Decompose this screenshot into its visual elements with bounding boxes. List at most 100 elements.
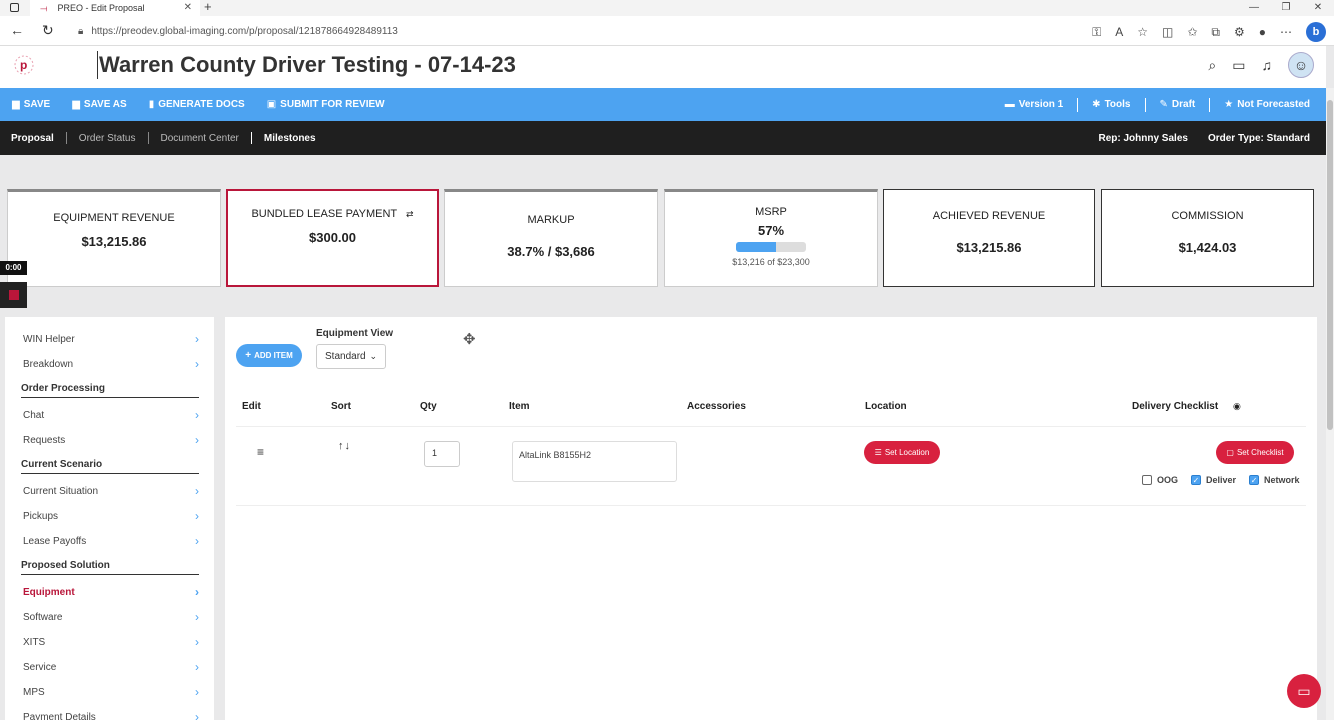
tab-document-center[interactable]: Document Center <box>161 133 239 144</box>
equipment-view-select[interactable]: Standard ⌄ <box>316 344 386 369</box>
avatar[interactable]: ☺ <box>1288 52 1314 78</box>
column-header-accessories: Accessories <box>687 401 746 412</box>
card-value: 57% <box>757 223 785 238</box>
draft-button[interactable]: ✎ Draft <box>1160 99 1196 110</box>
sidebar-item-requests[interactable]: Requests › <box>23 430 199 450</box>
column-header-qty: Qty <box>420 401 437 412</box>
network-checkbox[interactable]: ✓ <box>1249 475 1260 485</box>
inbox-icon[interactable]: ▭ <box>1232 57 1245 74</box>
markup-card: MARKUP 38.7% / $3,686 <box>444 189 658 287</box>
item-field[interactable]: AltaLink B8155H2 <box>512 441 677 482</box>
browser-tab[interactable]: ⟞ PREO - Edit Proposal ✕ <box>30 0 200 16</box>
card-value: $13,215.86 <box>956 240 1022 255</box>
save-as-button[interactable]: ▆ SAVE AS <box>72 99 127 110</box>
quantity-input[interactable]: 1 <box>424 441 460 467</box>
card-label: MSRP <box>755 206 787 218</box>
sidebar-item-payment-details[interactable]: Payment Details › <box>23 707 199 720</box>
list-icon: ☰ <box>874 448 882 457</box>
tab-order-status[interactable]: Order Status <box>79 133 136 144</box>
row-divider <box>236 505 1306 506</box>
sidebar-item-lease-payoffs[interactable]: Lease Payoffs › <box>23 531 199 551</box>
sort-arrows-icon[interactable]: ↑↓ <box>338 440 351 452</box>
bell-icon[interactable]: ♫ <box>1262 57 1273 73</box>
save-button[interactable]: ▆ SAVE <box>12 99 50 110</box>
column-header-edit: Edit <box>242 401 261 412</box>
favorites-icon[interactable]: ✩ <box>1187 25 1197 39</box>
split-screen-icon[interactable]: ◫ <box>1162 25 1173 39</box>
restore-icon[interactable]: ❐ <box>1270 0 1302 16</box>
recording-timer: 0:00 <box>0 261 27 275</box>
card-label: ACHIEVED REVENUE <box>932 210 1046 222</box>
msrp-card: MSRP 57% $13,216 of $23,300 <box>664 189 878 287</box>
check-circle-icon[interactable]: ◉ <box>1233 401 1241 411</box>
chevron-right-icon: › <box>195 635 199 649</box>
text-cursor <box>97 51 98 79</box>
equipment-view-label: Equipment View <box>316 328 394 339</box>
swap-icon[interactable]: ⇄ <box>406 209 414 219</box>
tab-milestones[interactable]: Milestones <box>264 133 316 144</box>
version-button[interactable]: ▬ Version 1 <box>1005 99 1063 110</box>
chevron-right-icon: › <box>195 332 199 346</box>
collections-icon[interactable]: ⧉ <box>1211 25 1220 40</box>
divider <box>1144 97 1146 112</box>
equipment-revenue-card: EQUIPMENT REVENUE $13,215.86 <box>7 189 221 287</box>
sidebar-item-equipment[interactable]: Equipment › <box>23 582 199 602</box>
key-icon[interactable]: ⚿ <box>1092 25 1101 40</box>
generate-docs-button[interactable]: ▮ GENERATE DOCS <box>149 99 245 110</box>
read-aloud-icon[interactable]: A <box>1115 25 1123 39</box>
new-tab-icon[interactable]: + <box>204 0 212 14</box>
sidebar-item-current-situation[interactable]: Current Situation › <box>23 481 199 501</box>
sidebar-item-xits[interactable]: XITS › <box>23 632 199 652</box>
tools-button[interactable]: ✱ Tools <box>1092 99 1130 110</box>
extensions-icon[interactable]: ⚙ <box>1234 25 1245 39</box>
back-icon[interactable]: ← <box>10 22 24 38</box>
forecast-button[interactable]: ★ Not Forecasted <box>1224 99 1310 110</box>
stop-recording-button[interactable] <box>0 282 27 308</box>
oog-checkbox[interactable] <box>1142 475 1152 485</box>
sidebar-item-breakdown[interactable]: Breakdown › <box>23 354 199 374</box>
chevron-right-icon: › <box>195 710 199 720</box>
deliver-checkbox[interactable]: ✓ <box>1191 475 1202 485</box>
drag-handle-icon[interactable]: ≡ <box>257 445 264 459</box>
add-item-button[interactable]: + ADD ITEM <box>236 344 302 367</box>
chat-launcher-button[interactable]: ▭ <box>1287 674 1321 708</box>
close-window-icon[interactable]: ✕ <box>1302 0 1334 16</box>
msrp-progress-fill <box>736 242 776 252</box>
scrollbar-thumb[interactable] <box>1327 100 1333 430</box>
inbox-icon: ▣ <box>266 99 277 110</box>
sidebar-item-software[interactable]: Software › <box>23 607 199 627</box>
card-value: $300.00 <box>309 230 356 245</box>
set-checklist-button[interactable]: ▢ Set Checklist <box>1216 441 1294 464</box>
browser-tools: ⚿ A ☆ ◫ ✩ ⧉ ⚙ ● ⋯ b <box>1092 22 1326 42</box>
url-field[interactable]: 🔒︎ https://preodev.global-imaging.com/p/… <box>78 21 1108 41</box>
msrp-sub-text: $13,216 of $23,300 <box>732 257 810 267</box>
set-location-button[interactable]: ☰ Set Location <box>864 441 940 464</box>
card-value: $13,215.86 <box>81 234 147 249</box>
bing-icon[interactable]: b <box>1306 22 1326 42</box>
sidebar-item-pickups[interactable]: Pickups › <box>23 506 199 526</box>
page-scrollbar[interactable] <box>1326 88 1334 720</box>
page-title[interactable]: Warren County Driver Testing - 07-14-23 <box>99 52 516 78</box>
favorite-star-icon[interactable]: ☆ <box>1137 25 1148 39</box>
window-controls: — ❐ ✕ <box>1238 0 1334 16</box>
submit-review-button[interactable]: ▣ SUBMIT FOR REVIEW <box>267 99 385 110</box>
bundled-lease-card[interactable]: BUNDLED LEASE PAYMENT ⇄ $300.00 <box>226 189 439 287</box>
chevron-right-icon: › <box>195 660 199 674</box>
preo-logo-icon[interactable]: p <box>13 54 35 76</box>
minimize-icon[interactable]: — <box>1238 0 1270 16</box>
sidebar-item-service[interactable]: Service › <box>23 657 199 677</box>
search-icon[interactable]: ⌕ <box>1208 57 1216 74</box>
profile-icon[interactable]: ● <box>1259 25 1266 39</box>
sidebar-item-mps[interactable]: MPS › <box>23 682 199 702</box>
folder-icon: ▬ <box>1004 99 1015 110</box>
window-menu-icon[interactable] <box>10 3 19 12</box>
rep-label: Rep: Johnny Sales <box>1098 132 1188 144</box>
sidebar-item-chat[interactable]: Chat › <box>23 405 199 425</box>
chevron-right-icon: › <box>195 433 199 447</box>
more-icon[interactable]: ⋯ <box>1280 25 1292 39</box>
close-tab-icon[interactable]: ✕ <box>184 2 192 13</box>
sidebar-item-win-helper[interactable]: WIN Helper › <box>23 329 199 349</box>
tab-proposal[interactable]: Proposal <box>11 133 54 144</box>
divider <box>65 132 67 144</box>
refresh-icon[interactable]: ↻ <box>42 22 54 39</box>
